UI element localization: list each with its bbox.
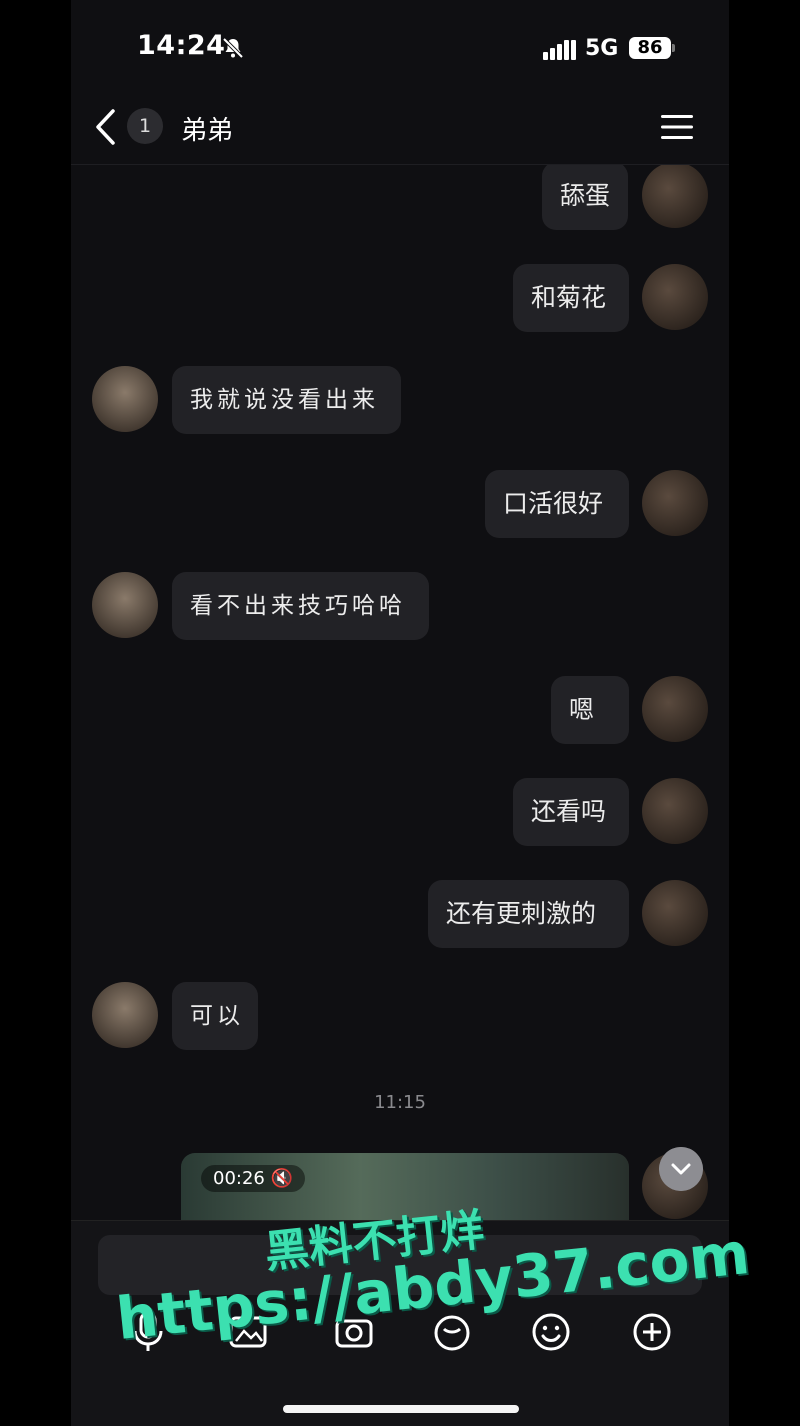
muted-speaker-icon: 🔇 (270, 1168, 294, 1189)
emoji-icon[interactable] (531, 1311, 571, 1353)
contact-avatar[interactable] (92, 982, 158, 1048)
status-time: 14:24 (137, 30, 226, 61)
my-avatar[interactable] (642, 676, 708, 742)
message-bubble[interactable]: 我就说没看出来 (172, 366, 401, 434)
signal-icon (543, 40, 576, 60)
message-bubble[interactable]: 嗯 (551, 676, 629, 744)
message-list[interactable]: 舔蛋 和菊花 我就说没看出来 口活很好 看不出来技巧哈哈 嗯 还看吗 还有更刺激… (71, 165, 729, 1220)
my-avatar[interactable] (642, 880, 708, 946)
video-duration: 00:26 🔇 (201, 1165, 306, 1192)
back-chevron-icon[interactable] (93, 108, 119, 146)
scroll-down-icon[interactable] (659, 1147, 703, 1191)
battery-level: 86 (629, 37, 671, 59)
plus-icon[interactable] (632, 1311, 672, 1353)
my-avatar[interactable] (642, 470, 708, 536)
message-bubble[interactable]: 看不出来技巧哈哈 (172, 572, 429, 640)
mute-bell-icon (222, 37, 244, 59)
network-type: 5G (585, 36, 619, 61)
contact-avatar[interactable] (92, 366, 158, 432)
my-avatar[interactable] (642, 165, 708, 228)
my-avatar[interactable] (642, 264, 708, 330)
message-bubble[interactable]: 还看吗 (513, 778, 629, 846)
message-bubble[interactable]: 和菊花 (513, 264, 629, 332)
timestamp: 11:15 (374, 1092, 426, 1113)
menu-icon[interactable] (661, 114, 693, 140)
chat-header: 1 弟弟 (71, 92, 729, 165)
my-avatar[interactable] (642, 778, 708, 844)
message-bubble[interactable]: 口活很好 (485, 470, 629, 538)
message-bubble[interactable]: 可以 (172, 982, 258, 1050)
message-bubble[interactable]: 还有更刺激的 (428, 880, 629, 948)
unread-badge[interactable]: 1 (127, 108, 163, 144)
home-indicator[interactable] (283, 1405, 519, 1413)
chat-title: 弟弟 (181, 116, 234, 146)
contact-avatar[interactable] (92, 572, 158, 638)
battery-cap (672, 44, 675, 52)
message-bubble[interactable]: 舔蛋 (542, 165, 628, 230)
